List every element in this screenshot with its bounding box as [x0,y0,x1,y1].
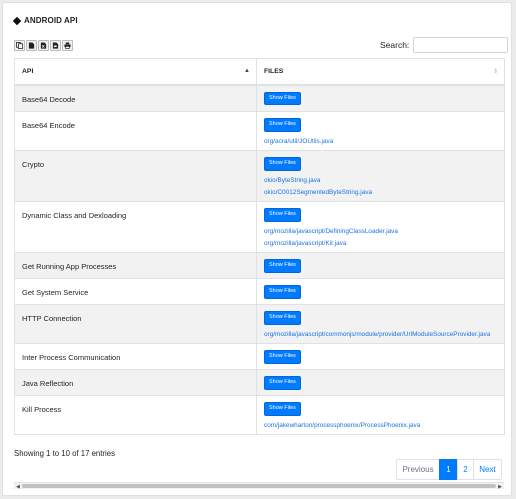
card-title-text: ANDROID API [24,16,78,25]
next-button[interactable]: Next [473,459,502,480]
file-link[interactable]: org/mozilla/javascript/DefiningClassLoad… [264,228,497,236]
file-link[interactable]: org/mozilla/javascript/Kit.java [264,240,497,248]
table-info: Showing 1 to 10 of 17 entries [14,449,115,458]
api-cell: Dynamic Class and Dexloading [14,201,257,253]
csv-button[interactable] [26,40,37,51]
page-1-button[interactable]: 1 [439,459,458,480]
show-files-button[interactable]: Show Files [264,311,301,325]
table-row: Kill Process Show Files com/jakewharton/… [14,395,505,435]
scroll-right-icon[interactable]: ▶ [498,484,502,490]
file-link[interactable]: org/mozilla/javascript/commonjs/module/p… [264,331,497,339]
files-cell: Show Files [256,369,505,396]
pdf-icon [52,42,59,49]
sort-both-icon: ⇕ [492,69,498,75]
files-cell: Show Files [256,252,505,279]
pdf-button[interactable] [50,40,61,51]
api-cell: Crypto [14,150,257,202]
show-files-button[interactable]: Show Files [264,259,301,273]
files-cell: Show Files org/mozilla/javascript/Defini… [256,201,505,253]
file-link[interactable]: okio/ByteString.java [264,177,497,185]
files-cell: Show Files org/acra/util/JOUtils.java [256,111,505,151]
file-link[interactable]: com/jakewharton/processphoenix/ProcessPh… [264,422,497,430]
previous-button[interactable]: Previous [396,459,440,480]
show-files-button[interactable]: Show Files [264,402,301,416]
search-label: Search: [380,40,410,50]
table-row: Crypto Show Files okio/ByteString.java o… [14,150,505,202]
table-row: Get System Service Show Files [14,278,505,305]
copy-button[interactable] [14,40,25,51]
show-files-button[interactable]: Show Files [264,157,301,171]
show-files-button[interactable]: Show Files [264,208,301,222]
show-files-button[interactable]: Show Files [264,118,301,132]
page-2-button[interactable]: 2 [457,459,474,480]
pagination: Previous 1 2 Next [396,459,502,480]
api-cell: Get System Service [14,278,257,305]
excel-button[interactable] [38,40,49,51]
files-cell: Show Files [256,278,505,305]
api-cell: Base64 Decode [14,84,257,112]
print-button[interactable] [62,40,73,51]
print-icon [64,42,71,49]
api-cell: Inter Process Communication [14,343,257,370]
search-area: Search: [380,37,509,53]
horizontal-scrollbar[interactable]: ◀ ▶ [14,482,504,490]
file-link[interactable]: org/acra/util/JOUtils.java [264,138,497,146]
table-row: Inter Process Communication Show Files [14,343,505,370]
csv-icon [28,42,35,49]
table-row: Dynamic Class and Dexloading Show Files … [14,201,505,253]
excel-icon [40,42,47,49]
scroll-left-icon[interactable]: ◀ [16,484,20,490]
files-cell: Show Files [256,84,505,112]
show-files-button[interactable]: Show Files [264,91,301,105]
diamond-icon [12,16,22,25]
files-cell: Show Files org/mozilla/javascript/common… [256,304,505,344]
files-cell: Show Files [256,343,505,370]
api-cell: Base64 Encode [14,111,257,151]
api-table: API ▲ FILES ⇕ Base64 Decode Show Files B… [14,58,505,435]
column-header-files[interactable]: FILES ⇕ [256,58,505,86]
table-row: Base64 Decode Show Files [14,84,505,112]
table-row: HTTP Connection Show Files org/mozilla/j… [14,304,505,344]
search-input[interactable] [413,37,509,53]
api-cell: Java Reflection [14,369,257,396]
api-cell: Get Running App Processes [14,252,257,279]
api-cell: HTTP Connection [14,304,257,344]
export-toolbar [14,40,73,51]
card-title: ANDROID API [12,16,78,25]
table-row: Get Running App Processes Show Files [14,252,505,279]
files-cell: Show Files com/jakewharton/processphoeni… [256,395,505,435]
file-link[interactable]: okio/C0012SegmentedByteString.java [264,189,497,197]
copy-icon [16,42,23,49]
table-row: Java Reflection Show Files [14,369,505,396]
table-row: Base64 Encode Show Files org/acra/util/J… [14,111,505,151]
files-cell: Show Files okio/ByteString.java okio/C00… [256,150,505,202]
show-files-button[interactable]: Show Files [264,285,301,299]
scrollbar-thumb[interactable] [22,484,496,488]
column-header-api[interactable]: API ▲ [14,58,257,86]
show-files-button[interactable]: Show Files [264,376,301,390]
android-api-card: ANDROID API Search: API ▲ FILES ⇕ Base64… [2,2,512,496]
sort-asc-icon: ▲ [244,68,250,74]
api-cell: Kill Process [14,395,257,435]
show-files-button[interactable]: Show Files [264,350,301,364]
